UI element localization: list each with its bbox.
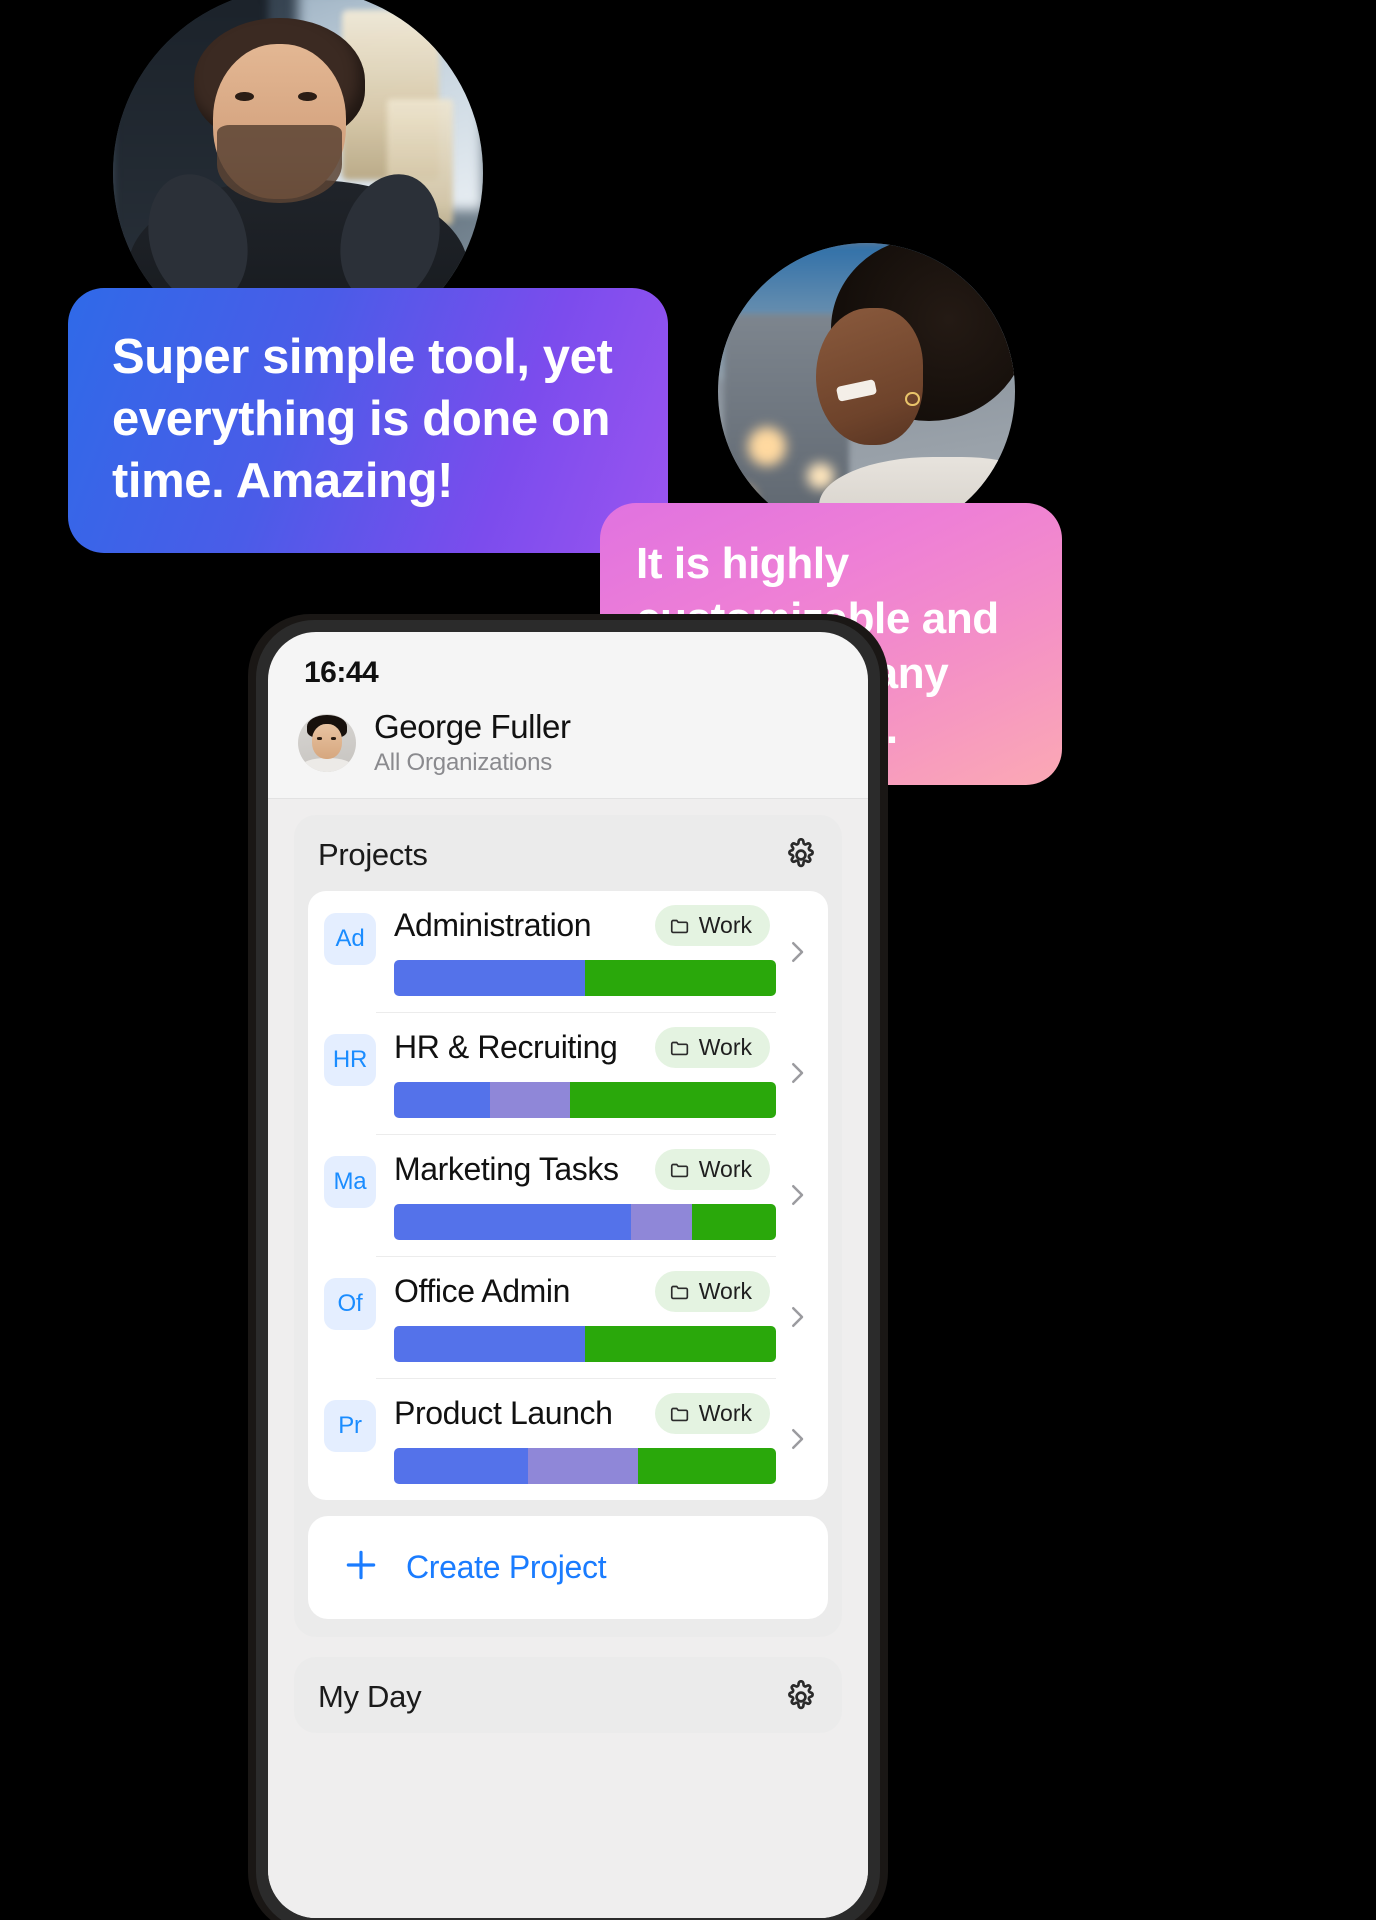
progress-segment (394, 1326, 585, 1362)
testimonial-bubble-purple: Super simple tool, yet everything is don… (68, 262, 668, 553)
progress-segment (394, 960, 585, 996)
gear-icon[interactable] (784, 1679, 818, 1714)
projects-section: Projects Ad Administration Work HR HR & … (294, 815, 842, 1637)
avatar (298, 714, 356, 772)
project-row-top: Product Launch Work (394, 1393, 776, 1434)
project-row[interactable]: Of Office Admin Work (308, 1256, 828, 1378)
project-name: Product Launch (394, 1395, 613, 1431)
progress-segment (527, 1448, 639, 1484)
folder-icon (669, 1281, 691, 1303)
photo-eye-left (235, 91, 254, 102)
project-row-main: Product Launch Work (376, 1378, 776, 1500)
project-row-main: Marketing Tasks Work (376, 1134, 776, 1256)
account-organization: All Organizations (374, 749, 553, 776)
project-tag-badge[interactable]: Work (654, 1027, 770, 1068)
project-row-top: Marketing Tasks Work (394, 1149, 776, 1190)
chevron-right-icon[interactable] (776, 1012, 818, 1134)
project-name: HR & Recruiting (394, 1029, 618, 1065)
projects-list: Ad Administration Work HR HR & Recruitin… (308, 891, 828, 1500)
photo-face (816, 308, 923, 445)
project-row[interactable]: Pr Product Launch Work (308, 1378, 828, 1500)
project-tag-label: Work (698, 1278, 752, 1304)
photo-eye-right (298, 91, 317, 102)
project-initials-badge: Of (324, 1278, 376, 1330)
phone-screen: 16:44 George Fuller All Organizations Pr… (268, 632, 868, 1918)
projects-section-header: Projects (294, 815, 842, 891)
projects-title: Projects (318, 837, 428, 872)
project-row-top: Office Admin Work (394, 1271, 776, 1312)
progress-segment (394, 1204, 631, 1240)
folder-icon (669, 1403, 691, 1425)
progress-segment (630, 1204, 692, 1240)
my-day-section-header: My Day (294, 1657, 842, 1733)
project-row-main: Administration Work (376, 891, 776, 1012)
project-row[interactable]: Ad Administration Work (308, 891, 828, 1012)
project-name: Office Admin (394, 1273, 571, 1309)
gear-icon[interactable] (784, 837, 818, 872)
create-project-button[interactable]: Create Project (308, 1516, 828, 1619)
avatar-face (311, 724, 343, 760)
project-progress-bar (394, 1082, 776, 1118)
project-name: Marketing Tasks (394, 1151, 619, 1187)
account-text-block: George Fuller All Organizations (374, 708, 571, 778)
account-header[interactable]: George Fuller All Organizations (268, 704, 868, 799)
project-tag-badge[interactable]: Work (654, 1393, 770, 1434)
progress-segment (569, 1082, 776, 1118)
project-progress-bar (394, 1448, 776, 1484)
progress-segment (394, 1448, 528, 1484)
folder-icon (669, 1037, 691, 1059)
testimonial-photo-woman (718, 243, 1015, 540)
testimonial-text: Super simple tool, yet everything is don… (112, 330, 613, 508)
progress-segment (638, 1448, 776, 1484)
project-row-main: HR & Recruiting Work (376, 1012, 776, 1134)
my-day-title: My Day (318, 1679, 422, 1714)
progress-segment (489, 1082, 570, 1118)
project-progress-bar (394, 1204, 776, 1240)
project-initials-badge: HR (324, 1034, 376, 1086)
project-progress-bar (394, 960, 776, 996)
account-name: George Fuller (374, 708, 571, 745)
page-root: Super simple tool, yet everything is don… (0, 0, 1376, 1920)
chevron-right-icon[interactable] (776, 1256, 818, 1378)
progress-segment (585, 1326, 776, 1362)
progress-segment (394, 1082, 490, 1118)
project-initials-badge: Pr (324, 1400, 376, 1452)
phone-device: 16:44 George Fuller All Organizations Pr… (256, 620, 880, 1920)
project-tag-label: Work (698, 1400, 752, 1426)
avatar-body (301, 758, 353, 772)
chevron-right-icon[interactable] (776, 1378, 818, 1500)
progress-segment (691, 1204, 776, 1240)
phone-content: Projects Ad Administration Work HR HR & … (268, 799, 868, 1918)
project-initials-badge: Ma (324, 1156, 376, 1208)
photo-beard (216, 124, 343, 203)
project-tag-badge[interactable]: Work (654, 905, 770, 946)
chevron-right-icon[interactable] (776, 891, 818, 1012)
status-bar: 16:44 (268, 632, 868, 704)
project-row[interactable]: HR HR & Recruiting Work (308, 1012, 828, 1134)
progress-segment (585, 960, 776, 996)
folder-icon (669, 1159, 691, 1181)
photo-bokeh-1 (747, 427, 787, 466)
project-name: Administration (394, 907, 592, 943)
create-project-label: Create Project (406, 1549, 607, 1585)
project-tag-label: Work (698, 1156, 752, 1182)
my-day-section: My Day (294, 1657, 842, 1733)
project-tag-label: Work (698, 1034, 752, 1060)
project-row-top: HR & Recruiting Work (394, 1027, 776, 1068)
plus-icon (342, 1546, 380, 1589)
status-bar-time: 16:44 (304, 656, 379, 689)
chevron-right-icon[interactable] (776, 1134, 818, 1256)
folder-icon (669, 915, 691, 937)
project-row[interactable]: Ma Marketing Tasks Work (308, 1134, 828, 1256)
photo-earring (905, 391, 920, 407)
project-row-top: Administration Work (394, 905, 776, 946)
project-tag-badge[interactable]: Work (654, 1149, 770, 1190)
avatar-eye-right (331, 737, 336, 740)
project-tag-badge[interactable]: Work (654, 1271, 770, 1312)
project-row-main: Office Admin Work (376, 1256, 776, 1378)
project-tag-label: Work (698, 912, 752, 938)
avatar-eye-left (317, 737, 322, 740)
project-progress-bar (394, 1326, 776, 1362)
project-initials-badge: Ad (324, 913, 376, 965)
